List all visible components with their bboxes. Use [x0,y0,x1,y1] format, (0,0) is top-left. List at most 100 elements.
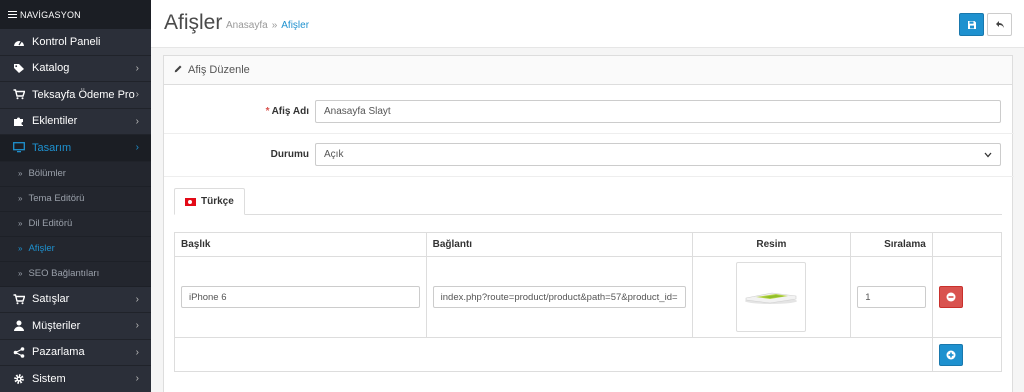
pencil-icon [174,64,183,76]
banner-name-label-text: Afiş Adı [271,106,309,117]
chevron-right-icon: › [135,293,139,305]
sidebar-item-label: Eklentiler [32,115,78,128]
breadcrumb-home[interactable]: Anasayfa [226,20,268,31]
user-icon [12,320,26,332]
panel-title: Afiş Düzenle [188,64,250,76]
breadcrumb-current[interactable]: Afişler [281,20,309,31]
action-cell [931,256,1003,338]
sidebar-item-label: Katalog [32,62,70,75]
save-button[interactable] [959,13,984,36]
remove-image-button[interactable] [938,286,963,308]
table-row: iPhone 6 index.php?route=product/product… [174,256,1003,338]
cart-icon [12,89,26,100]
sort-order-input[interactable]: 1 [857,286,926,308]
form-group-name: * Afiş Adı Anasayfa Slayt [164,92,1014,134]
sidebar-item-pazarlama[interactable]: Pazarlama › [0,340,151,366]
panel-heading: Afiş Düzenle [164,56,1012,85]
sidebar-item-label: Kontrol Paneli [32,35,101,48]
page-title: Afişler [164,11,223,34]
double-chevron-icon: » [18,269,23,278]
banner-title-input[interactable]: iPhone 6 [181,286,420,308]
sidebar-item-sistem[interactable]: Sistem › [0,366,151,392]
sidebar-subitem-label: Afişler [28,243,55,254]
table-header-row: Başlık Bağlantı Resim Sıralama [174,232,1003,257]
tags-icon [12,63,26,74]
sidebar-item-label: Pazarlama [32,346,85,359]
chevron-right-icon: › [135,373,139,384]
desktop-icon [12,142,26,153]
language-tabs: Türkçe [174,188,1002,215]
sidebar-subitem-bolumler[interactable]: » Bölümler [0,161,151,187]
plus-circle-icon [946,350,956,359]
column-header-sort: Sıralama [850,232,933,257]
chevron-right-icon: › [135,346,139,358]
share-icon [12,346,26,358]
double-chevron-icon: » [18,169,23,178]
sidebar-subitem-label: Bölümler [28,168,66,179]
column-header-image: Resim [691,232,852,257]
sidebar-item-label: Sistem [32,372,66,385]
banner-images-table: Başlık Bağlantı Resim Sıralama iPhone 6 … [174,232,1003,372]
add-image-button[interactable] [938,343,963,366]
double-chevron-icon: » [18,194,23,203]
sidebar: NAVİGASYON Kontrol Paneli Katalog › Teks… [0,0,151,392]
status-label: Durumu [270,149,309,160]
sidebar-item-katalog[interactable]: Katalog › [0,56,151,82]
required-asterisk: * [265,106,270,117]
cart-icon [12,294,26,305]
sidebar-subitem-dil-editoru[interactable]: » Dil Editörü [0,211,151,237]
sidebar-item-label: Teksayfa Ödeme Pro [32,88,135,101]
chevron-right-icon: › [135,62,139,74]
minus-circle-icon [946,292,956,302]
sidebar-subitem-label: Dil Editörü [28,218,73,229]
column-header-link: Bağlantı [425,232,693,257]
image-cell [691,256,852,338]
breadcrumb-separator: » [271,20,278,31]
sidebar-item-eklentiler[interactable]: Eklentiler › [0,109,151,135]
sidebar-item-musteriler[interactable]: Müşteriler › [0,313,151,340]
banner-link-input[interactable]: index.php?route=product/product&path=57&… [432,286,686,308]
save-icon [967,20,976,29]
status-select[interactable]: Açık [315,143,1001,166]
main-content: Afişler Anasayfa» Afişler Afiş Düzenle * A… [151,0,1024,392]
banner-edit-panel: Afiş Düzenle * Afiş Adı Anasayfa Slayt Du… [163,55,1014,392]
banner-name-input[interactable]: Anasayfa Slayt [315,100,1001,123]
table-footer-row [174,337,1003,372]
chevron-right-icon: › [135,89,139,100]
sidebar-subitem-label: Tema Editörü [28,193,85,204]
sidebar-item-satislar[interactable]: Satışlar › [0,287,151,313]
column-header-action [931,232,1003,257]
double-chevron-icon: » [18,219,23,228]
chevron-right-icon: › [135,320,139,331]
add-action-cell [931,337,1003,372]
dashboard-icon [12,37,26,47]
chevron-down-icon: › [135,142,139,153]
footer-spacer-cell [174,337,933,372]
turkish-flag-icon [185,197,196,206]
phone-image [745,292,798,304]
sidebar-subitem-seo-baglantilari[interactable]: » SEO Bağlantıları [0,261,151,287]
cog-icon [12,373,26,385]
column-header-title: Başlık [174,232,427,257]
banner-name-label: * Afiş Adı [266,106,309,117]
banner-image-thumbnail[interactable] [736,262,807,332]
sidebar-item-tasarim[interactable]: Tasarım › [0,135,151,162]
sidebar-item-kontrol-paneli[interactable]: Kontrol Paneli [0,29,151,56]
sidebar-item-label: Tasarım [32,141,72,154]
sidebar-item-label: Satışlar [32,293,70,306]
sidebar-subitem-label: SEO Bağlantıları [28,268,100,279]
reply-icon [995,21,1004,28]
tab-turkce[interactable]: Türkçe [174,188,245,215]
page-header: Afişler Anasayfa» Afişler [151,0,1024,48]
form-group-status: Durumu Açık [164,135,1014,177]
sidebar-subitem-afisler[interactable]: » Afişler [0,236,151,262]
sidebar-subitem-tema-editoru[interactable]: » Tema Editörü [0,186,151,212]
status-select-value: Açık [324,149,344,160]
back-button[interactable] [987,13,1012,36]
nav-header-label: NAVİGASYON [20,9,81,20]
chevron-right-icon: › [135,115,139,127]
title-cell: iPhone 6 [174,256,427,338]
menu-icon [8,9,17,20]
sort-cell: 1 [850,256,933,338]
sidebar-item-teksayfa-odeme-pro[interactable]: Teksayfa Ödeme Pro › [0,82,151,109]
